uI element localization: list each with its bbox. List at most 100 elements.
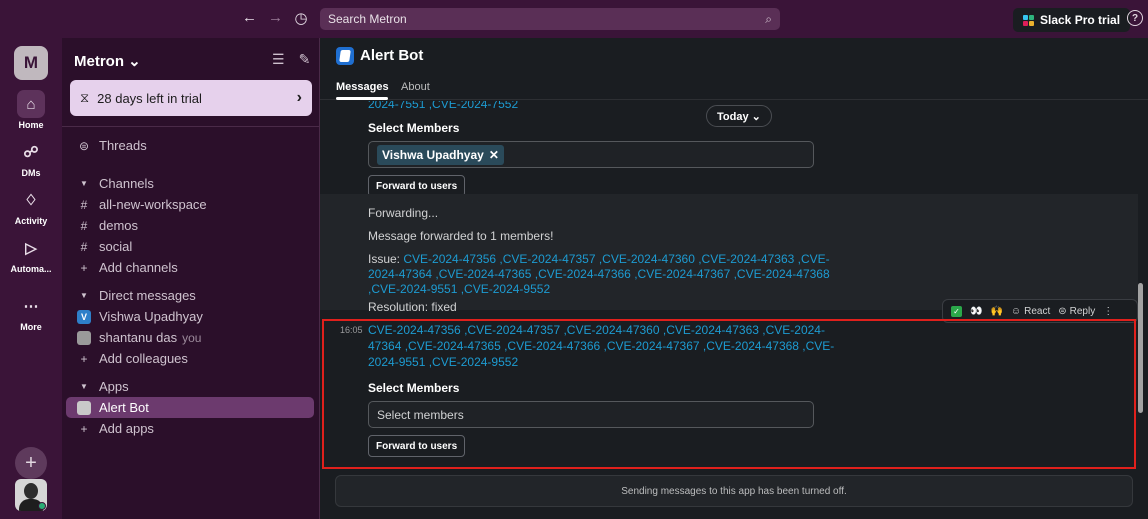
reply-label: Reply: [1069, 305, 1096, 317]
channel-pane: Alert Bot Messages About 2024-7551 ,CVE-…: [320, 38, 1148, 519]
react-button[interactable]: ☺ React: [1011, 306, 1050, 317]
workspace-name[interactable]: Metron ⌄: [74, 52, 141, 70]
plus-icon: +: [80, 421, 88, 436]
forwarded-confirmation: Message forwarded to 1 members!: [368, 229, 554, 243]
cve-links[interactable]: CVE-2024-47356 ,CVE-2024-47357 ,CVE-2024…: [403, 252, 829, 266]
rail-more[interactable]: ⋯ More: [0, 292, 62, 332]
rail-home[interactable]: ⌂ Home: [0, 90, 62, 130]
plus-icon: +: [80, 260, 88, 275]
channel-label: all-new-workspace: [99, 197, 207, 212]
eyes-icon[interactable]: 👀: [970, 306, 982, 317]
sidebar-item-alert-bot[interactable]: Alert Bot: [66, 397, 314, 418]
add-reaction-icon: ☺: [1010, 305, 1022, 317]
rail-more-label: More: [20, 322, 42, 332]
reply-icon: ⊜: [1058, 305, 1067, 317]
back-arrow-icon[interactable]: ←: [242, 9, 257, 27]
search-input[interactable]: [328, 12, 728, 26]
sidebar-item-channel[interactable]: # all-new-workspace: [62, 194, 320, 215]
filter-icon[interactable]: ☰: [272, 51, 285, 68]
channels-header-label: Channels: [99, 176, 154, 191]
channels-section-header[interactable]: ▼ Channels: [62, 173, 320, 194]
hash-icon: #: [80, 197, 88, 212]
slack-pro-trial-button[interactable]: Slack Pro trial: [1013, 8, 1131, 32]
sidebar-item-threads[interactable]: ⊜ Threads: [62, 135, 320, 156]
caret-down-icon: ▼: [80, 291, 88, 300]
sidebar-item-dm[interactable]: V Vishwa Upadhyay: [62, 306, 320, 327]
bell-icon: ♢: [24, 192, 38, 209]
caret-down-icon: ▼: [80, 179, 88, 188]
date-divider-today[interactable]: Today ⌄: [706, 105, 772, 127]
close-icon[interactable]: ✕: [489, 148, 499, 162]
more-options-icon[interactable]: ⋮: [1103, 306, 1113, 317]
apps-header-label: Apps: [99, 379, 129, 394]
compose-icon[interactable]: ✎: [299, 51, 311, 68]
alert-bot-icon: [336, 47, 354, 65]
channel-title[interactable]: Alert Bot: [360, 47, 423, 64]
clipped-cve-text[interactable]: 2024-7551 ,CVE-2024-7552: [368, 101, 518, 111]
online-status-dot: [38, 502, 46, 510]
trial-banner[interactable]: ⧖ 28 days left in trial ›: [70, 80, 312, 116]
add-colleagues-label: Add colleagues: [99, 351, 188, 366]
check-mark-icon[interactable]: ✓: [951, 305, 962, 317]
rail-automations-label: Automa...: [10, 264, 52, 274]
dm-section-header[interactable]: ▼ Direct messages: [62, 285, 320, 306]
sidebar-item-dm-self[interactable]: shantanu das you: [62, 327, 320, 348]
member-chip-label: Vishwa Upadhyay: [382, 147, 484, 162]
member-chip[interactable]: Vishwa Upadhyay ✕: [377, 144, 504, 165]
history-nav: ← → ◷: [242, 9, 308, 27]
chevron-right-icon: ›: [296, 89, 302, 106]
composer-disabled-text: Sending messages to this app has been tu…: [621, 485, 847, 497]
search-bar[interactable]: ⌕: [320, 8, 780, 30]
rail-dms[interactable]: ☍ DMs: [0, 138, 62, 178]
dms-icon: ☍: [23, 144, 39, 161]
sidebar-item-channel[interactable]: # social: [62, 236, 320, 257]
dm-avatar: [77, 330, 91, 345]
scrollbar[interactable]: [1138, 283, 1143, 413]
history-clock-icon[interactable]: ◷: [294, 9, 308, 27]
home-icon: ⌂: [17, 90, 45, 118]
you-tag: you: [182, 330, 202, 345]
rail-activity-label: Activity: [14, 216, 48, 226]
issue-line-3[interactable]: ,CVE-2024-9551 ,CVE-2024-9552: [368, 282, 550, 296]
reply-button[interactable]: ⊜ Reply: [1058, 306, 1095, 317]
threads-icon: ⊜: [78, 138, 90, 153]
select-members-label: Select Members: [368, 121, 460, 135]
forward-arrow-icon[interactable]: →: [268, 9, 283, 27]
forwarding-text: Forwarding...: [368, 206, 439, 220]
threads-label: Threads: [99, 138, 147, 153]
sidebar-tools: ☰ ✎: [272, 51, 310, 68]
rail-home-label: Home: [18, 120, 44, 130]
help-icon[interactable]: ?: [1127, 10, 1143, 26]
app-label: Alert Bot: [99, 400, 149, 415]
app-avatar: [77, 400, 91, 415]
add-colleagues-button[interactable]: + Add colleagues: [62, 348, 320, 369]
channel-label: social: [99, 239, 133, 254]
workspace-rail: M ⌂ Home ☍ DMs ♢ Activity ▷ Automa... ⋯ …: [0, 38, 62, 519]
issue-label: Issue:: [368, 252, 404, 266]
rail-automations[interactable]: ▷ Automa...: [0, 234, 62, 274]
tab-messages[interactable]: Messages: [336, 81, 389, 93]
user-avatar[interactable]: [15, 479, 47, 511]
members-select-filled[interactable]: Vishwa Upadhyay ✕: [368, 141, 814, 168]
message-list: 2024-7551 ,CVE-2024-7552 Today ⌄ Select …: [320, 101, 1138, 471]
hash-icon: #: [80, 218, 88, 233]
add-channels-button[interactable]: + Add channels: [62, 257, 320, 278]
raised-hands-icon[interactable]: 🙌: [990, 306, 1002, 317]
active-tab-indicator: [336, 97, 388, 100]
workspace-switcher[interactable]: M: [14, 46, 48, 80]
channel-label: demos: [99, 218, 139, 233]
dm-label: shantanu das: [99, 330, 178, 345]
trial-label: 28 days left in trial: [97, 90, 202, 106]
hash-icon: #: [80, 239, 88, 254]
add-workspace-plus-icon[interactable]: +: [15, 447, 47, 479]
rail-activity[interactable]: ♢ Activity: [0, 186, 62, 226]
dm-avatar: V: [77, 309, 91, 324]
issue-line-2[interactable]: 2024-47364 ,CVE-2024-47365 ,CVE-2024-473…: [368, 267, 830, 281]
hourglass-icon: ⧖: [80, 90, 90, 105]
sidebar-item-channel[interactable]: # demos: [62, 215, 320, 236]
plus-icon: +: [80, 351, 88, 366]
add-apps-button[interactable]: + Add apps: [62, 418, 320, 439]
top-bar: ← → ◷ ⌕ Slack Pro trial ?: [0, 0, 1148, 38]
apps-section-header[interactable]: ▼ Apps: [62, 376, 320, 397]
tab-about[interactable]: About: [401, 81, 430, 93]
